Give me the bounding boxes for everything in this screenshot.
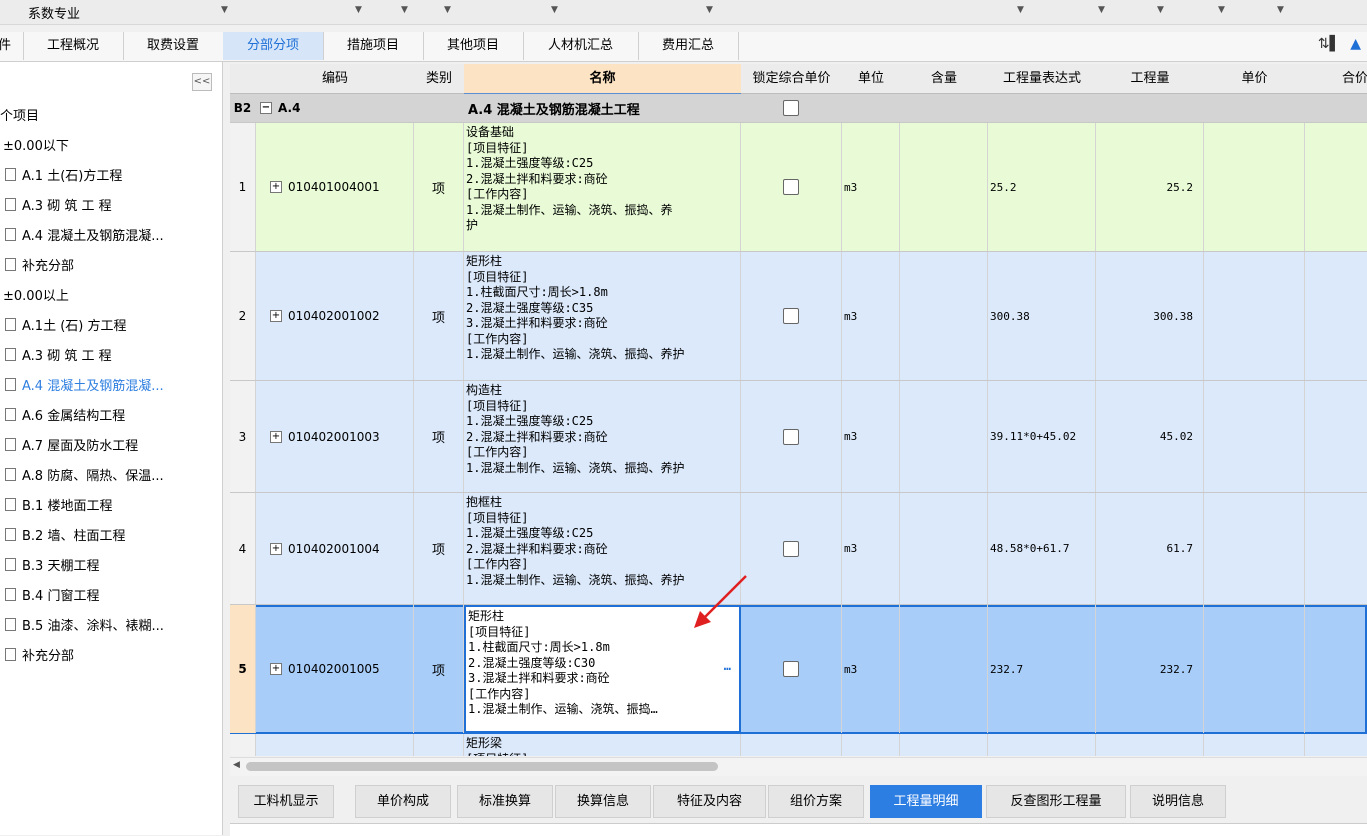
red-arrow-annotation <box>694 575 747 628</box>
